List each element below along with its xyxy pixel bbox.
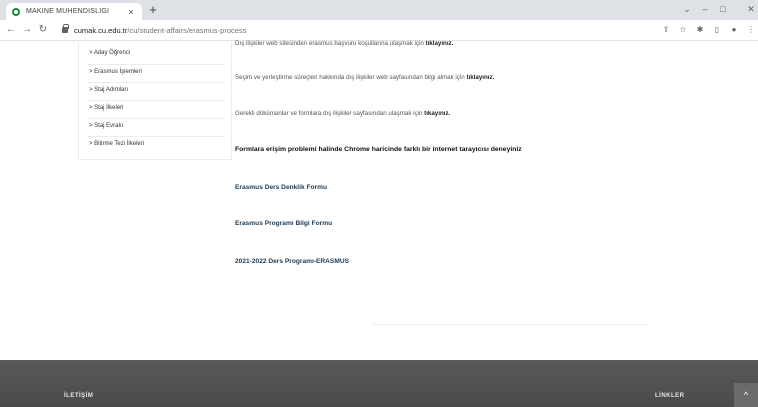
extensions-icon[interactable]: ✱	[694, 23, 706, 37]
sidebar-item-staj-adimlari[interactable]: > Staj Adımları	[89, 87, 128, 93]
sidebar-divider	[87, 82, 225, 83]
link-program-bilgi-formu[interactable]: Erasmus Programı Bilgi Formu	[235, 220, 332, 227]
site-favicon-icon	[12, 7, 20, 16]
sidebar-divider	[87, 64, 225, 65]
back-arrow-icon[interactable]: ←	[4, 23, 18, 37]
tab-title: MAKİNE MÜHENDİSLİĞİ	[26, 8, 110, 15]
sidebar-item-staj-evraki[interactable]: > Staj Evrakı	[89, 123, 123, 129]
lock-icon[interactable]	[62, 24, 69, 33]
browser-tab[interactable]: MAKİNE MÜHENDİSLİĞİ ×	[6, 3, 142, 20]
browser-toolbar: ← → ↻ cumak.cu.edu.tr /cu/student-affair…	[0, 20, 758, 41]
url-host: cumak.cu.edu.tr	[74, 25, 128, 35]
content-divider	[373, 324, 649, 325]
new-tab-button[interactable]: +	[146, 2, 160, 18]
content-line-selection-process: Seçim ve yerleştirme süreçleri hakkında …	[235, 74, 495, 81]
browser-tab-strip: MAKİNE MÜHENDİSLİĞİ × + ⌄ – □ ✕	[0, 0, 758, 20]
sidebar-menu: > Aday Öğrenci > Erasmus İşlemleri > Sta…	[78, 42, 232, 160]
footer-contact-heading: İLETİŞİM	[64, 393, 94, 399]
link-tiklayiniz[interactable]: tıklayınız.	[426, 40, 454, 47]
profile-icon[interactable]: ●	[728, 23, 740, 37]
url-path: /cu/student-affairs/erasmus-process	[127, 25, 247, 35]
link-ders-denklik-formu[interactable]: Erasmus Ders Denklik Formu	[235, 184, 327, 191]
link-tikayiniz[interactable]: tıkayınız.	[424, 110, 450, 117]
content-line-erasmus-conditions: Dış ilişkiler web sitesinden erasmus baş…	[235, 40, 454, 47]
scroll-to-top-button[interactable]: ^	[734, 383, 758, 407]
sidebar-divider	[87, 118, 225, 119]
sidebar-item-erasmus-islemleri[interactable]: > Erasmus İşlemleri	[89, 69, 142, 75]
close-window-button[interactable]: ✕	[744, 2, 758, 16]
sidebar-icon[interactable]: ▯	[711, 23, 723, 37]
page-footer: İLETİŞİM LİNKLER	[0, 360, 758, 407]
link-tiklayiniz[interactable]: tıklayınız.	[466, 74, 494, 81]
sidebar-divider	[87, 100, 225, 101]
link-ders-programi-erasmus[interactable]: 2021-2022 Ders Programı-ERASMUS	[235, 258, 349, 265]
forward-arrow-icon[interactable]: →	[20, 23, 34, 37]
reload-icon[interactable]: ↻	[36, 23, 50, 37]
content-line-documents: Gerekli dökümanlar ve formlara dış ilişk…	[235, 110, 451, 117]
browser-notice: Formlara erişim problemi halinde Chrome …	[235, 146, 522, 153]
address-bar[interactable]: cumak.cu.edu.tr /cu/student-affairs/eras…	[58, 22, 653, 38]
sidebar-item-bitirme-tezi[interactable]: > Bitirme Tezi İlkeleri	[89, 141, 144, 147]
tab-close-icon[interactable]: ×	[126, 7, 136, 17]
sidebar-item-aday-ogrenci[interactable]: > Aday Öğrenci	[89, 50, 130, 56]
sidebar-item-staj-ilkeleri[interactable]: > Staj İlkeleri	[89, 105, 124, 111]
sidebar-divider	[87, 136, 225, 137]
star-icon[interactable]: ☆	[677, 23, 689, 37]
minimize-button[interactable]: –	[698, 2, 712, 16]
maximize-button[interactable]: □	[716, 2, 730, 16]
tab-search-icon[interactable]: ⌄	[680, 2, 694, 16]
footer-links-heading: LİNKLER	[655, 393, 685, 399]
share-icon[interactable]: ⇪	[660, 23, 672, 37]
menu-icon[interactable]: ⋮	[745, 23, 757, 37]
